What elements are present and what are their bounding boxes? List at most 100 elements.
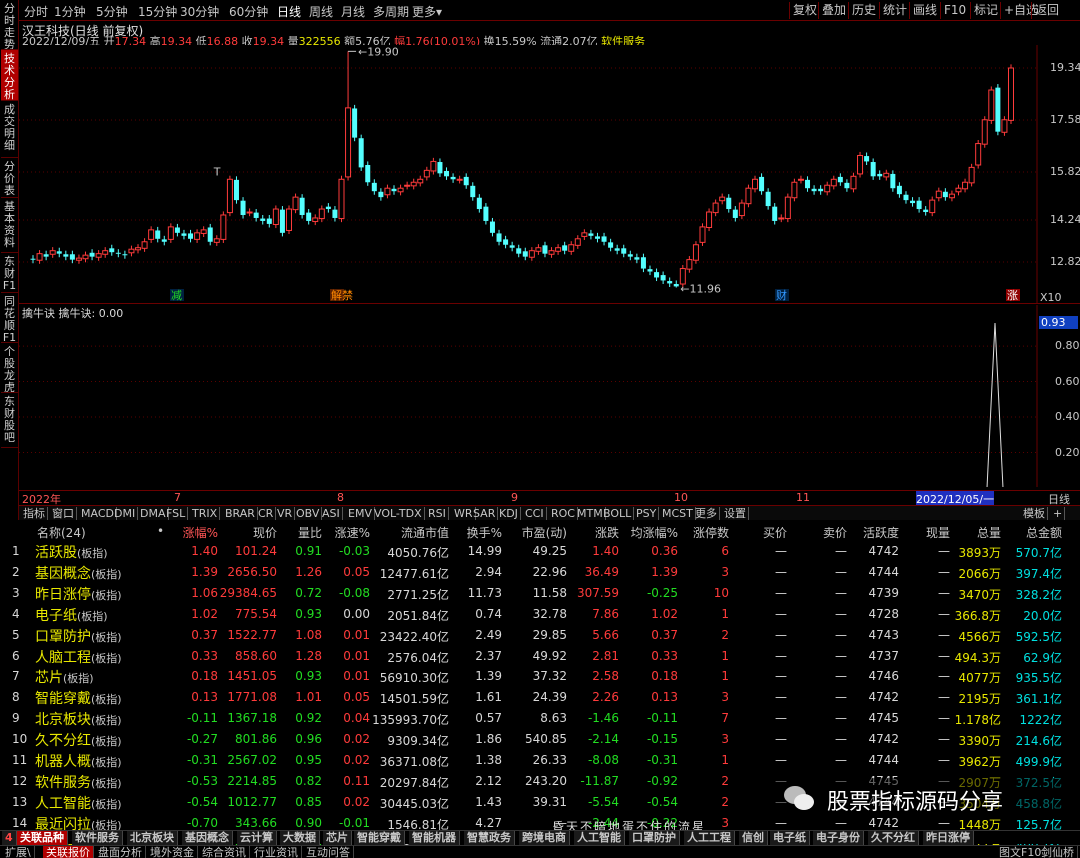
period-tab-4[interactable]: 30分钟 [180,3,219,20]
table-header-cell[interactable]: 现价 [253,524,277,541]
left-tab-4[interactable]: 基本资料 [1,198,18,253]
period-tab-3[interactable]: 15分钟 [138,3,177,20]
left-tab-5[interactable]: 东财F10 [1,253,18,293]
table-row[interactable]: 3 昨日涨停(板指) 1.06 29384.65 0.72 -0.08 2771.25亿 11… [0,583,1080,604]
indicator-tab-6[interactable]: TRIX [190,507,221,520]
table-header-cell[interactable]: 量比 [298,524,322,541]
sector-name[interactable]: 基因概念(板指) [35,563,122,583]
table-row[interactable]: 9 北京板块(板指) -0.11 1367.18 0.92 0.04 135993.70亿 0… [0,708,1080,729]
function-tab-5[interactable]: 行业资讯 [251,846,302,858]
toolbar-button-3[interactable]: 统计 [879,2,910,19]
period-tab-1[interactable]: 1分钟 [54,3,86,20]
sector-tab-0[interactable]: 4 [2,831,17,845]
indicator-tab-16[interactable]: SAR [471,507,499,520]
indicator-tab-23[interactable]: MCST [660,507,696,520]
table-header-cell[interactable]: • [157,524,164,538]
table-header-cell[interactable]: 换手% [467,524,502,541]
sector-tab-12[interactable]: 人工智能 [574,831,625,845]
indicator-tab-11[interactable]: ASI [320,507,343,520]
table-header-cell[interactable]: 活跃度 [863,524,899,541]
table-header-cell[interactable]: 涨速% [335,524,370,541]
table-header-cell[interactable]: 市盈(动) [522,524,567,541]
left-tab-6[interactable]: 同花顺F10 [1,293,18,343]
indicator-tab-14[interactable]: RSI [426,507,449,520]
sector-tab-3[interactable]: 北京板块 [127,831,178,845]
left-tab-2[interactable]: 成交明细 [1,101,18,158]
indicator-tab-5[interactable]: FSL [164,507,189,520]
sector-tab-11[interactable]: 跨境电商 [519,831,570,845]
sector-tab-18[interactable]: 久不分红 [868,831,919,845]
indicator-tab-13[interactable]: VOL-TDX [372,507,425,520]
table-row[interactable]: 4 电子纸(板指) 1.02 775.54 0.93 0.00 2051.84亿 0.74 32… [0,604,1080,625]
function-tab-3[interactable]: 境外资金 [147,846,198,858]
period-tab-7[interactable]: 周线 [309,3,333,20]
event-marker[interactable]: 财 [776,288,787,302]
period-tab-9[interactable]: 多周期 [373,3,409,20]
sector-name[interactable]: 人工智能(板指) [35,793,122,813]
indicator-tab-19[interactable]: ROC [549,507,578,520]
indicator-tab-7[interactable]: BRAR [223,507,258,520]
sector-tab-14[interactable]: 人工工程 [684,831,735,845]
sector-tab-17[interactable]: 电子身份 [813,831,864,845]
table-header-cell[interactable]: 总金额 [1026,524,1062,541]
period-tab-0[interactable]: 分时 [24,3,48,20]
indicator-tab-12[interactable]: EMV [346,507,375,520]
function-tab-4[interactable]: 综合资讯 [199,846,250,858]
toolbar-button-8[interactable]: 返回 [1031,2,1062,19]
period-tab-2[interactable]: 5分钟 [96,3,128,20]
function-tab-6[interactable]: 互动问答 [303,846,354,858]
function-tab-1[interactable]: 关联报价 [43,846,94,858]
sector-name[interactable]: 昨日涨停(板指) [35,584,122,604]
left-tab-3[interactable]: 分价表 [1,158,18,198]
table-header-cell[interactable]: 流通市值 [401,524,449,541]
table-row[interactable]: 6 人脑工程(板指) 0.33 858.60 1.28 0.01 2576.04亿 2.37 4… [0,646,1080,667]
sector-tab-5[interactable]: 云计算 [237,831,277,845]
table-row[interactable]: 2 基因概念(板指) 1.39 2656.50 1.26 0.05 12477.61亿 2.9… [0,562,1080,583]
table-row[interactable]: 8 智能穿戴(板指) 0.13 1771.08 1.01 0.05 14501.59亿 1.6… [0,687,1080,708]
table-row[interactable]: 5 口罩防护(板指) 0.37 1522.77 1.08 0.01 23422.40亿 2.4… [0,625,1080,646]
indicator-chart[interactable] [19,305,1039,487]
toolbar-button-2[interactable]: 历史 [848,2,879,19]
function-tab-0[interactable]: 扩展\ [2,846,35,858]
sector-tab-13[interactable]: 口罩防护 [629,831,680,845]
indicator-tab-17[interactable]: KDJ [497,507,521,520]
indicator-tab-21[interactable]: BOLL [601,507,635,520]
table-header-cell[interactable]: 涨跌 [595,524,619,541]
sector-tab-4[interactable]: 基因概念 [182,831,233,845]
indicator-tab-1[interactable]: 窗口 [50,507,77,520]
left-tab-7[interactable]: 个股龙虎 [1,343,18,393]
table-header-cell[interactable]: 涨幅% [183,524,218,541]
period-tab-8[interactable]: 月线 [341,3,365,20]
sector-name[interactable]: 智能穿戴(板指) [35,688,122,708]
indicator-tab-22[interactable]: PSY [634,507,660,520]
indicator-tab-0[interactable]: 指标 [21,507,48,520]
table-header-cell[interactable]: 买价 [763,524,787,541]
sector-name[interactable]: 人脑工程(板指) [35,647,122,667]
indicator-tab-9[interactable]: VR [275,507,296,520]
indicator-tab-25[interactable]: 设置 [722,507,749,520]
sector-name[interactable]: 机器人概(板指) [35,751,122,771]
table-row[interactable]: 1 活跃股(板指) 1.40 101.24 0.91 -0.03 4050.76亿 14.99… [0,541,1080,562]
toolbar-button-6[interactable]: 标记 [970,2,1001,19]
event-marker[interactable]: 减 [171,289,182,302]
table-header-cell[interactable]: 卖价 [823,524,847,541]
table-header-cell[interactable]: 均涨幅% [631,524,678,541]
indicator-tab-24[interactable]: 更多 [693,507,720,520]
indicator-right-1[interactable]: + [1051,507,1066,520]
sector-tab-9[interactable]: 智能机器 [409,831,460,845]
table-row[interactable]: 10 久不分红(板指) -0.27 801.86 0.96 0.02 9309.34亿 1.8… [0,729,1080,750]
indicator-tab-10[interactable]: OBV [294,507,323,520]
event-marker[interactable]: 涨 [1007,289,1018,302]
toolbar-button-5[interactable]: F10 [940,2,969,19]
left-tab-1[interactable]: 技术分析 [1,50,18,101]
event-marker[interactable]: 解禁 [331,288,353,302]
toolbar-button-4[interactable]: 画线 [909,2,940,19]
sector-name[interactable]: 芯片(板指) [35,667,94,687]
sector-name[interactable]: 电子纸(板指) [35,605,108,625]
table-header-cell[interactable]: 名称(24) [37,524,86,541]
sector-tab-2[interactable]: 软件服务 [72,831,123,845]
period-tab-5[interactable]: 60分钟 [229,3,268,20]
sector-tab-1[interactable]: 关联品种 [17,831,68,845]
sector-tab-16[interactable]: 电子纸 [770,831,810,845]
sector-tab-7[interactable]: 芯片 [323,831,352,845]
